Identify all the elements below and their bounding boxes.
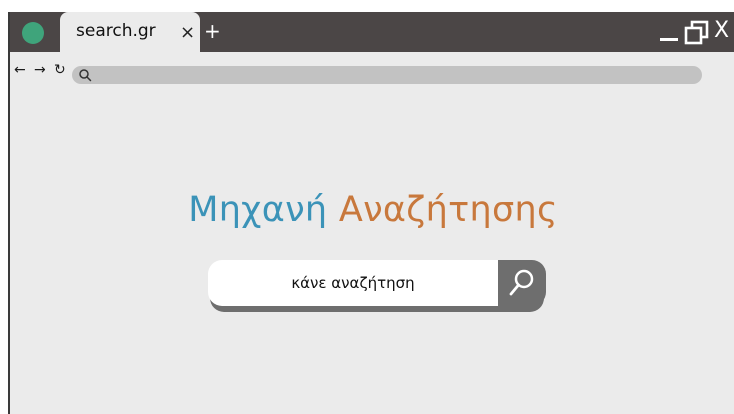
search-input[interactable] <box>208 260 498 306</box>
browser-window: search.gr × + X ← → ↻ Μηχανή Αναζήτησης <box>8 12 734 414</box>
magnifier-icon <box>509 269 534 296</box>
address-bar[interactable] <box>72 66 702 84</box>
logo-word-1: Μηχανή <box>188 190 328 230</box>
close-window-icon[interactable]: X <box>714 18 729 44</box>
forward-button[interactable]: → <box>34 62 46 78</box>
back-button[interactable]: ← <box>14 62 26 78</box>
minimize-icon[interactable] <box>660 38 678 41</box>
tab-active[interactable]: search.gr × <box>60 12 200 52</box>
reload-button[interactable]: ↻ <box>54 62 66 78</box>
tab-title: search.gr <box>76 21 156 41</box>
search-engine-logo: Μηχανή Αναζήτησης <box>10 190 734 230</box>
app-dot-icon <box>22 22 44 44</box>
tab-close-icon[interactable]: × <box>180 24 195 42</box>
window-controls: X <box>656 18 734 48</box>
restore-icon[interactable] <box>684 20 710 46</box>
search-button[interactable] <box>498 260 546 306</box>
search-icon <box>79 69 92 82</box>
search-box <box>208 258 548 312</box>
title-bar: search.gr × + X <box>10 12 734 52</box>
navigation-bar: ← → ↻ <box>10 52 734 98</box>
logo-word-2: Αναζήτησης <box>338 190 558 230</box>
new-tab-button[interactable]: + <box>204 21 221 41</box>
